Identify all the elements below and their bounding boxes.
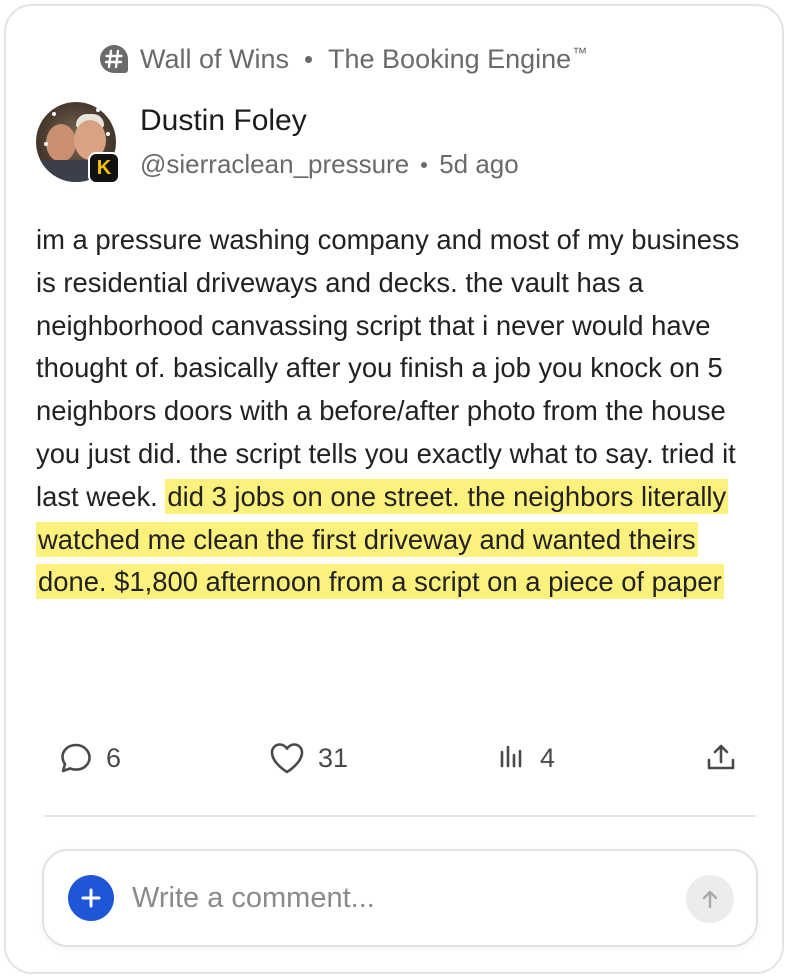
heart-icon: [270, 743, 304, 774]
trademark-symbol: ™: [572, 44, 588, 62]
author-name[interactable]: Dustin Foley: [140, 104, 307, 138]
post-body: im a pressure washing company and most o…: [36, 219, 766, 604]
post-actions: 6 31 4: [6, 734, 786, 782]
post-timestamp[interactable]: 5d ago: [439, 149, 519, 180]
comment-icon: [61, 743, 91, 773]
like-button[interactable]: 31: [268, 734, 348, 782]
comment-composer: [42, 849, 758, 947]
post-card: Wall of Wins The Booking Engine™ K Dusti…: [4, 4, 784, 974]
comment-input[interactable]: [132, 873, 662, 923]
group-name-link[interactable]: The Booking Engine™: [328, 44, 587, 75]
member-badge: K: [88, 152, 120, 184]
avatar-sparkle: [106, 132, 110, 136]
post-meta: @sierraclean_pressure 5d ago: [140, 149, 519, 180]
like-count: 31: [318, 742, 349, 773]
add-attachment-button[interactable]: [68, 875, 114, 921]
avatar-sparkle: [96, 108, 100, 112]
author-handle[interactable]: @sierraclean_pressure: [140, 149, 409, 180]
space-name-link[interactable]: Wall of Wins: [140, 44, 289, 75]
post-text: im a pressure washing company and most o…: [36, 224, 740, 512]
views-count: 4: [540, 742, 556, 773]
avatar-sparkle: [52, 112, 56, 116]
comment-button[interactable]: 6: [58, 734, 121, 782]
divider: [44, 815, 756, 817]
avatar-sparkle: [44, 142, 48, 146]
avatar-face-left: [46, 124, 76, 162]
bar-chart-icon: [500, 745, 522, 768]
separator-dot: [305, 55, 313, 63]
separator-dot: [421, 161, 428, 168]
hashtag-chat-icon: [98, 43, 130, 75]
group-name: The Booking Engine: [328, 43, 572, 74]
arrow-up-icon: [702, 890, 718, 909]
comment-count: 6: [106, 742, 122, 773]
send-comment-button[interactable]: [686, 875, 734, 923]
community-breadcrumb: Wall of Wins The Booking Engine™: [98, 39, 587, 79]
views-button[interactable]: 4: [498, 734, 555, 782]
share-button[interactable]: [704, 734, 738, 782]
share-icon: [707, 744, 735, 770]
plus-icon: [81, 888, 101, 908]
